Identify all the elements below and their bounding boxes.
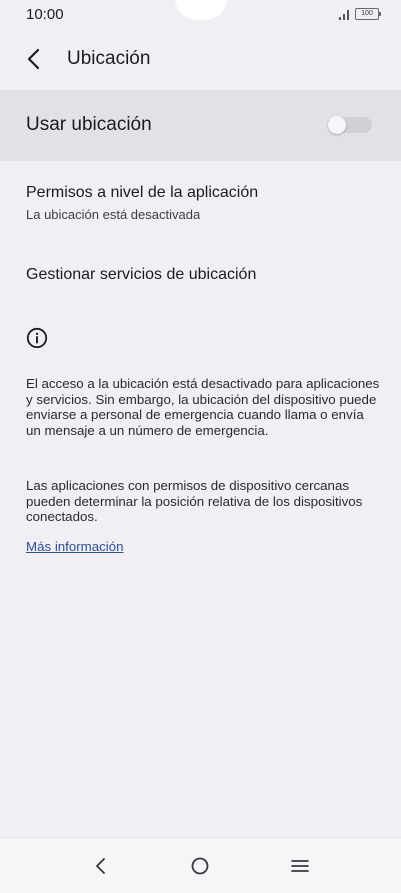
camera-notch bbox=[175, 0, 227, 20]
nav-menu-icon bbox=[291, 860, 309, 872]
switch-thumb bbox=[328, 116, 346, 134]
app-bar: Ubicación bbox=[0, 36, 401, 82]
app-permissions-item[interactable]: Permisos a nivel de la aplicación La ubi… bbox=[0, 172, 401, 236]
manage-location-services-item[interactable]: Gestionar servicios de ubicación bbox=[0, 250, 401, 304]
nav-home-icon bbox=[191, 857, 209, 875]
info-paragraph-1: El acceso a la ubicación está desactivad… bbox=[26, 376, 380, 438]
back-button[interactable] bbox=[16, 42, 50, 76]
app-permissions-summary: La ubicación está desactivada bbox=[26, 207, 201, 222]
info-paragraph-2: Las aplicaciones con permisos de disposi… bbox=[26, 478, 363, 525]
nav-home-button[interactable] bbox=[184, 850, 216, 882]
chevron-left-icon bbox=[27, 48, 40, 70]
status-icons: 100 bbox=[337, 8, 381, 20]
use-location-toggle-row[interactable]: Usar ubicación bbox=[0, 90, 401, 161]
app-permissions-title: Permisos a nivel de la aplicación bbox=[26, 184, 259, 201]
use-location-switch[interactable] bbox=[328, 116, 372, 134]
status-time: 10:00 bbox=[26, 6, 64, 23]
manage-location-services-title: Gestionar servicios de ubicación bbox=[26, 266, 257, 283]
signal-icon bbox=[337, 9, 351, 20]
battery-icon: 100 bbox=[355, 8, 381, 20]
navigation-bar bbox=[0, 837, 401, 893]
more-info-link[interactable]: Más información bbox=[26, 539, 124, 554]
page-title: Ubicación bbox=[67, 48, 151, 69]
use-location-label: Usar ubicación bbox=[26, 114, 152, 135]
nav-back-icon bbox=[96, 858, 105, 874]
nav-back-button[interactable] bbox=[84, 850, 116, 882]
info-circle-icon bbox=[26, 327, 48, 349]
status-bar: 10:00 100 bbox=[0, 0, 401, 30]
nav-recents-button[interactable] bbox=[284, 850, 316, 882]
